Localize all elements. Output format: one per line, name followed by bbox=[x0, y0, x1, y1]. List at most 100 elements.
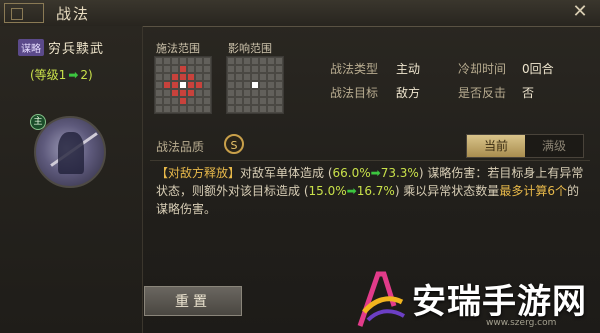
range-cell bbox=[171, 65, 179, 73]
range-cell bbox=[267, 97, 275, 105]
range-cell bbox=[179, 73, 187, 81]
range-cell bbox=[179, 57, 187, 65]
range-cell bbox=[235, 81, 243, 89]
range-cell bbox=[243, 57, 251, 65]
reset-button[interactable]: 重置 bbox=[144, 286, 242, 316]
skill-tag: 谋略 bbox=[18, 38, 44, 56]
range-cell bbox=[235, 97, 243, 105]
level-arrow-icon: ➡ bbox=[68, 67, 79, 82]
effect-range-grid bbox=[226, 56, 284, 114]
watermark-text: 安瑞手游网 bbox=[412, 282, 587, 322]
desc-text-1: 对敌军单体造成 ( bbox=[240, 166, 333, 180]
range-cell bbox=[251, 73, 259, 81]
desc-max-count: 最多计算6个 bbox=[499, 184, 567, 198]
range-cell bbox=[163, 81, 171, 89]
range-cell bbox=[155, 65, 163, 73]
range-cell bbox=[251, 97, 259, 105]
range-cell bbox=[227, 81, 235, 89]
range-cell bbox=[275, 65, 283, 73]
skill-level: (等级1 ➡ 2) bbox=[30, 66, 93, 83]
range-cell bbox=[235, 105, 243, 113]
skill-detail-panel: 战法 ✕ 谋略 穷兵黩武 (等级1 ➡ 2) 主 施法范围 影响范围 战法类型 … bbox=[0, 0, 600, 333]
range-cell bbox=[203, 97, 211, 105]
range-cell bbox=[187, 97, 195, 105]
range-cell bbox=[259, 97, 267, 105]
range-cell bbox=[275, 97, 283, 105]
watermark: 安瑞手游网 www.szerg.com bbox=[350, 268, 600, 333]
range-cell bbox=[259, 57, 267, 65]
watermark-url: www.szerg.com bbox=[486, 318, 557, 328]
title-ornament-icon bbox=[4, 3, 44, 23]
range-cell bbox=[195, 81, 203, 89]
skill-portrait bbox=[34, 116, 106, 188]
range-cell bbox=[163, 89, 171, 97]
range-cell bbox=[187, 65, 195, 73]
range-cell bbox=[227, 57, 235, 65]
range-cell bbox=[259, 81, 267, 89]
range-cell bbox=[267, 73, 275, 81]
range-cell bbox=[251, 105, 259, 113]
range-cell bbox=[195, 97, 203, 105]
tab-max-level[interactable]: 满级 bbox=[525, 135, 583, 157]
range-cell bbox=[227, 105, 235, 113]
desc-value-2: 73.3% bbox=[380, 166, 419, 180]
range-cell bbox=[259, 89, 267, 97]
range-cell bbox=[195, 57, 203, 65]
range-cell bbox=[203, 81, 211, 89]
desc-value-4: 16.7% bbox=[356, 184, 395, 198]
skill-description: 【对敌方释放】对敌军单体造成 (66.0%➡73.3%) 谋略伤害：若目标身上有… bbox=[156, 164, 586, 218]
range-cell bbox=[235, 73, 243, 81]
range-cell bbox=[163, 65, 171, 73]
range-cell bbox=[267, 105, 275, 113]
cooldown-key: 冷却时间 bbox=[458, 62, 507, 76]
range-cell bbox=[155, 105, 163, 113]
desc-target: 【对敌方释放】 bbox=[156, 166, 241, 180]
counter-value: 否 bbox=[522, 86, 535, 100]
skill-name: 穷兵黩武 bbox=[48, 41, 105, 57]
range-cell bbox=[267, 57, 275, 65]
desc-arrow-2-icon: ➡ bbox=[346, 184, 357, 198]
range-cell bbox=[227, 97, 235, 105]
range-cell bbox=[163, 73, 171, 81]
range-cell bbox=[195, 105, 203, 113]
cooldown-value: 0回合 bbox=[522, 62, 554, 76]
main-badge-icon: 主 bbox=[30, 114, 46, 130]
range-cell bbox=[227, 89, 235, 97]
range-cell bbox=[171, 105, 179, 113]
counter-key: 是否反击 bbox=[458, 86, 507, 100]
desc-value-3: 15.0% bbox=[308, 184, 347, 198]
level-tabs: 当前 满级 bbox=[466, 134, 584, 158]
range-cell bbox=[155, 73, 163, 81]
range-cell bbox=[243, 65, 251, 73]
range-cell bbox=[163, 105, 171, 113]
range-cell bbox=[275, 73, 283, 81]
range-cell bbox=[203, 89, 211, 97]
tab-current[interactable]: 当前 bbox=[467, 135, 525, 157]
range-cell bbox=[187, 81, 195, 89]
range-cell bbox=[171, 81, 179, 89]
range-cell bbox=[267, 81, 275, 89]
range-cell bbox=[243, 105, 251, 113]
range-cell bbox=[171, 73, 179, 81]
range-cell bbox=[155, 81, 163, 89]
range-cell bbox=[267, 65, 275, 73]
range-cell bbox=[187, 105, 195, 113]
range-cell bbox=[251, 65, 259, 73]
desc-text-3: ) 乘以异常状态数量 bbox=[394, 184, 500, 198]
close-icon[interactable]: ✕ bbox=[570, 2, 590, 22]
range-cell bbox=[243, 81, 251, 89]
skill-sidebar: 谋略 穷兵黩武 (等级1 ➡ 2) 主 bbox=[0, 26, 143, 333]
skill-target-value: 敌方 bbox=[396, 86, 421, 100]
range-cell bbox=[179, 81, 187, 89]
quality-label: 战法品质 bbox=[156, 140, 205, 154]
range-cell bbox=[187, 89, 195, 97]
range-cell bbox=[275, 81, 283, 89]
range-cell bbox=[195, 89, 203, 97]
level-suffix: 2) bbox=[80, 67, 93, 82]
title-bar: 战法 ✕ bbox=[0, 0, 600, 27]
range-cell bbox=[179, 89, 187, 97]
range-cell bbox=[179, 97, 187, 105]
range-cell bbox=[171, 97, 179, 105]
range-cell bbox=[155, 89, 163, 97]
range-cell bbox=[163, 97, 171, 105]
